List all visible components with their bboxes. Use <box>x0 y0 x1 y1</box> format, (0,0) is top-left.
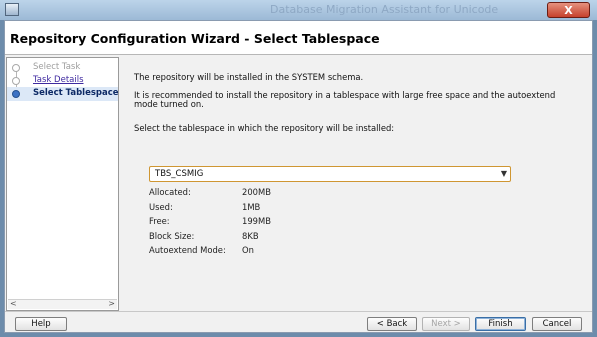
prop-label-allocated: Allocated: <box>149 187 191 197</box>
wizard-dialog: Repository Configuration Wizard - Select… <box>4 20 593 333</box>
prop-label-used: Used: <box>149 202 173 212</box>
next-button: Next > <box>422 317 470 331</box>
step-select-task: Select Task <box>7 61 118 75</box>
prop-label-free: Free: <box>149 216 170 226</box>
prop-value-allocated: 200MB <box>242 187 271 197</box>
tablespace-dropdown[interactable]: TBS_CSMIG ▼ <box>149 166 511 182</box>
tablespace-selected-value: TBS_CSMIG <box>155 169 204 179</box>
step-label: Select Tablespace <box>33 88 119 98</box>
prop-value-used: 1MB <box>242 202 261 212</box>
recommendation-text-line2: mode turned on. <box>134 99 204 109</box>
horizontal-scrollbar[interactable]: < > <box>8 299 117 309</box>
prop-value-autoextend: On <box>242 245 254 255</box>
prop-label-block-size: Block Size: <box>149 231 195 241</box>
app-icon <box>5 3 19 16</box>
app-window: Database Migration Assistant for Unicode… <box>0 0 597 337</box>
background-window-title: Database Migration Assistant for Unicode <box>270 3 499 16</box>
step-label: Select Task <box>33 62 81 72</box>
main-content: The repository will be installed in the … <box>129 57 589 311</box>
step-node-icon <box>12 77 20 85</box>
scroll-left-icon[interactable]: < <box>10 299 17 308</box>
help-button[interactable]: Help <box>15 317 67 331</box>
prop-value-block-size: 8KB <box>242 231 259 241</box>
step-node-icon <box>12 64 20 72</box>
back-button[interactable]: < Back <box>367 317 417 331</box>
cancel-button[interactable]: Cancel <box>532 317 582 331</box>
page-title: Repository Configuration Wizard - Select… <box>10 31 380 46</box>
finish-button[interactable]: Finish <box>475 317 526 331</box>
prop-label-autoextend: Autoextend Mode: <box>149 245 226 255</box>
scroll-right-icon[interactable]: > <box>108 299 115 308</box>
prop-value-free: 199MB <box>242 216 271 226</box>
footer-divider <box>5 311 592 312</box>
schema-info-text: The repository will be installed in the … <box>134 72 364 82</box>
step-task-details[interactable]: Task Details <box>7 74 118 88</box>
step-select-tablespace[interactable]: Select Tablespace <box>7 87 119 101</box>
step-label[interactable]: Task Details <box>33 75 84 85</box>
wizard-header: Repository Configuration Wizard - Select… <box>5 21 592 55</box>
select-tablespace-prompt: Select the tablespace in which the repos… <box>134 123 395 133</box>
close-button[interactable]: X <box>547 2 590 18</box>
title-bar: Database Migration Assistant for Unicode… <box>0 0 597 20</box>
wizard-steps-panel: Select Task Task Details Select Tablespa… <box>6 57 119 311</box>
current-step-icon <box>12 90 20 98</box>
chevron-down-icon[interactable]: ▼ <box>501 169 507 178</box>
